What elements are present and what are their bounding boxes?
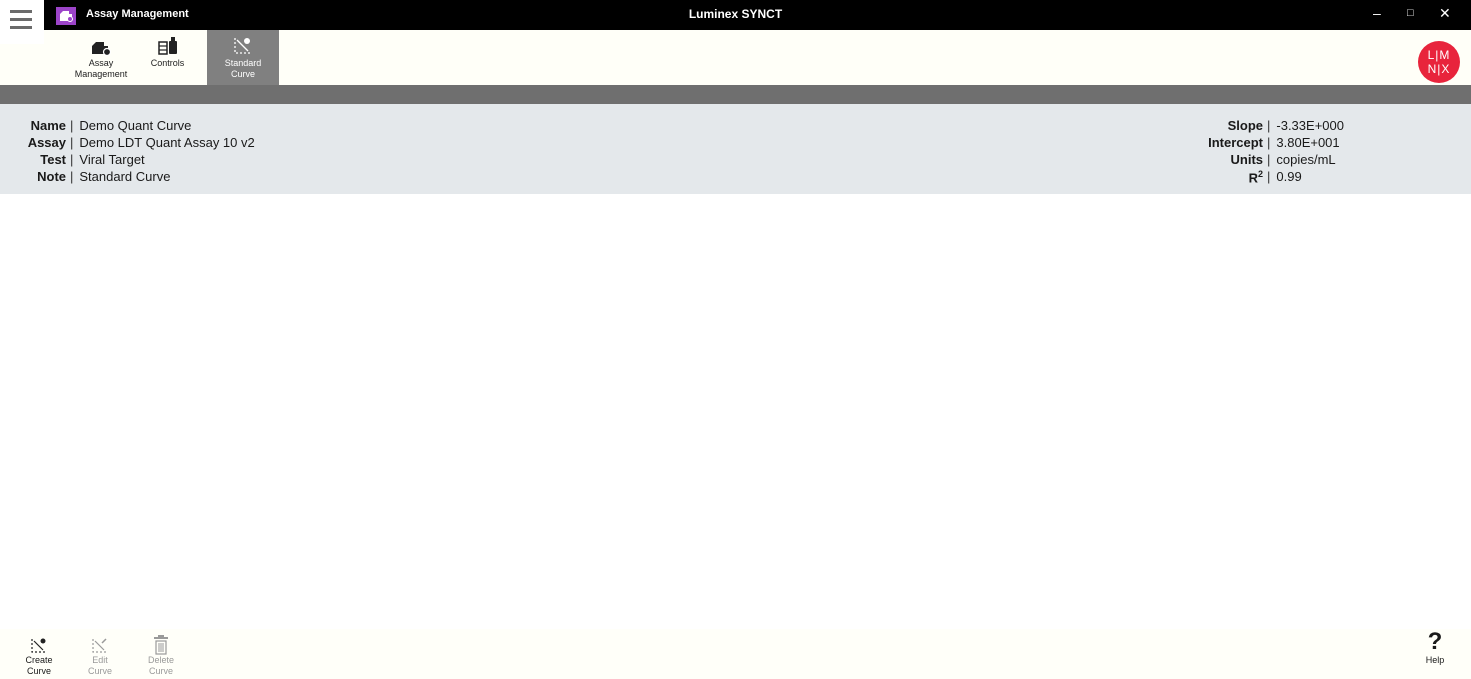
logo-top: L|M [1427,48,1451,62]
slope-sep: | [1267,118,1271,133]
ribbon-standard-label-1: Standard [224,58,262,68]
logo-bottom: N|X [1427,62,1451,76]
ribbon-assay-label-2: Management [74,69,128,79]
intercept-sep: | [1267,135,1271,150]
delete-label-2: Curve [148,666,173,676]
title-bar: Assay Management Luminex SYNCT – □ ✕ [0,0,1471,30]
units-value: copies/mL [1276,152,1336,167]
note-value: Standard Curve [79,169,171,184]
assay-sep: | [70,135,74,150]
close-button[interactable]: ✕ [1439,5,1451,22]
create-curve-button[interactable]: Create Curve [17,629,61,677]
assay-label: Assay [27,135,66,150]
intercept-value: 3.80E+001 [1276,135,1340,150]
slope-label: Slope [1227,118,1263,133]
intercept-field: Intercept | 3.80E+001 [1137,134,1340,151]
ribbon-assay-label-1: Assay [88,58,114,68]
ribbon-standard-label-2: Curve [230,69,255,79]
r-squared-label-text: R [1248,170,1258,186]
controls-icon [140,30,195,56]
note-field: Note | Standard Curve [0,168,170,185]
bottom-toolbar: Create Curve Edit Curve Delete Curve ? H… [0,629,1471,679]
name-value: Demo Quant Curve [79,118,192,133]
note-label: Note [37,169,66,184]
r2-sep: | [1267,169,1271,184]
edit-label-2: Curve [87,666,112,676]
name-label: Name [30,118,66,133]
maximize-button[interactable]: □ [1407,7,1414,19]
slope-value: -3.33E+000 [1276,118,1344,133]
header-divider-band [0,85,1471,104]
edit-curve-icon [78,629,122,655]
create-curve-icon [17,629,61,655]
help-label: Help [1425,655,1445,665]
r-squared-field: R2 | 0.99 [1137,166,1302,186]
name-field: Name | Demo Quant Curve [0,117,192,134]
curve-info-panel: Name | Demo Quant Curve Assay | Demo LDT Qua… [0,104,1471,194]
trash-icon [139,629,183,655]
slope-field: Slope | -3.33E+000 [1137,117,1344,134]
r-squared-value: 0.99 [1276,169,1302,184]
assay-value: Demo LDT Quant Assay 10 v2 [79,135,255,150]
note-sep: | [70,169,74,184]
ribbon-standard-curve[interactable]: Standard Curve [207,30,279,85]
ribbon-assay-management[interactable]: Assay Management [72,30,130,85]
hamburger-menu-button[interactable] [0,0,44,44]
delete-curve-button[interactable]: Delete Curve [139,629,183,677]
create-label-1: Create [25,655,53,665]
window-title: Luminex SYNCT [688,7,783,21]
hamburger-icon-line [10,26,32,29]
intercept-label: Intercept [1208,135,1263,150]
test-sep: | [70,152,74,167]
test-value: Viral Target [79,152,145,167]
edit-curve-button[interactable]: Edit Curve [78,629,122,677]
ribbon-controls[interactable]: Controls [140,30,195,85]
units-sep: | [1267,152,1271,167]
edit-label-1: Edit [92,655,108,665]
hamburger-icon-line [10,18,32,21]
minimize-button[interactable]: – [1373,5,1381,21]
r-squared-superscript: 2 [1257,169,1263,180]
luminex-logo: L|M N|X [1418,41,1460,83]
r-squared-label: R2 [1137,166,1263,186]
test-field: Test | Viral Target [0,151,145,168]
create-label-2: Curve [26,666,51,676]
assay-icon [72,30,130,56]
assay-field: Assay | Demo LDT Quant Assay 10 v2 [0,134,255,151]
ribbon-controls-label: Controls [150,58,185,68]
name-sep: | [70,118,74,133]
help-button[interactable]: ? Help [1413,629,1457,666]
help-icon: ? [1427,628,1443,655]
test-label: Test [40,152,66,167]
delete-label-1: Delete [147,655,174,665]
hamburger-icon [10,10,32,13]
standard-curve-icon [207,30,279,56]
ribbon-toolbar: Assay Management Controls Standard Curve [0,30,1471,85]
